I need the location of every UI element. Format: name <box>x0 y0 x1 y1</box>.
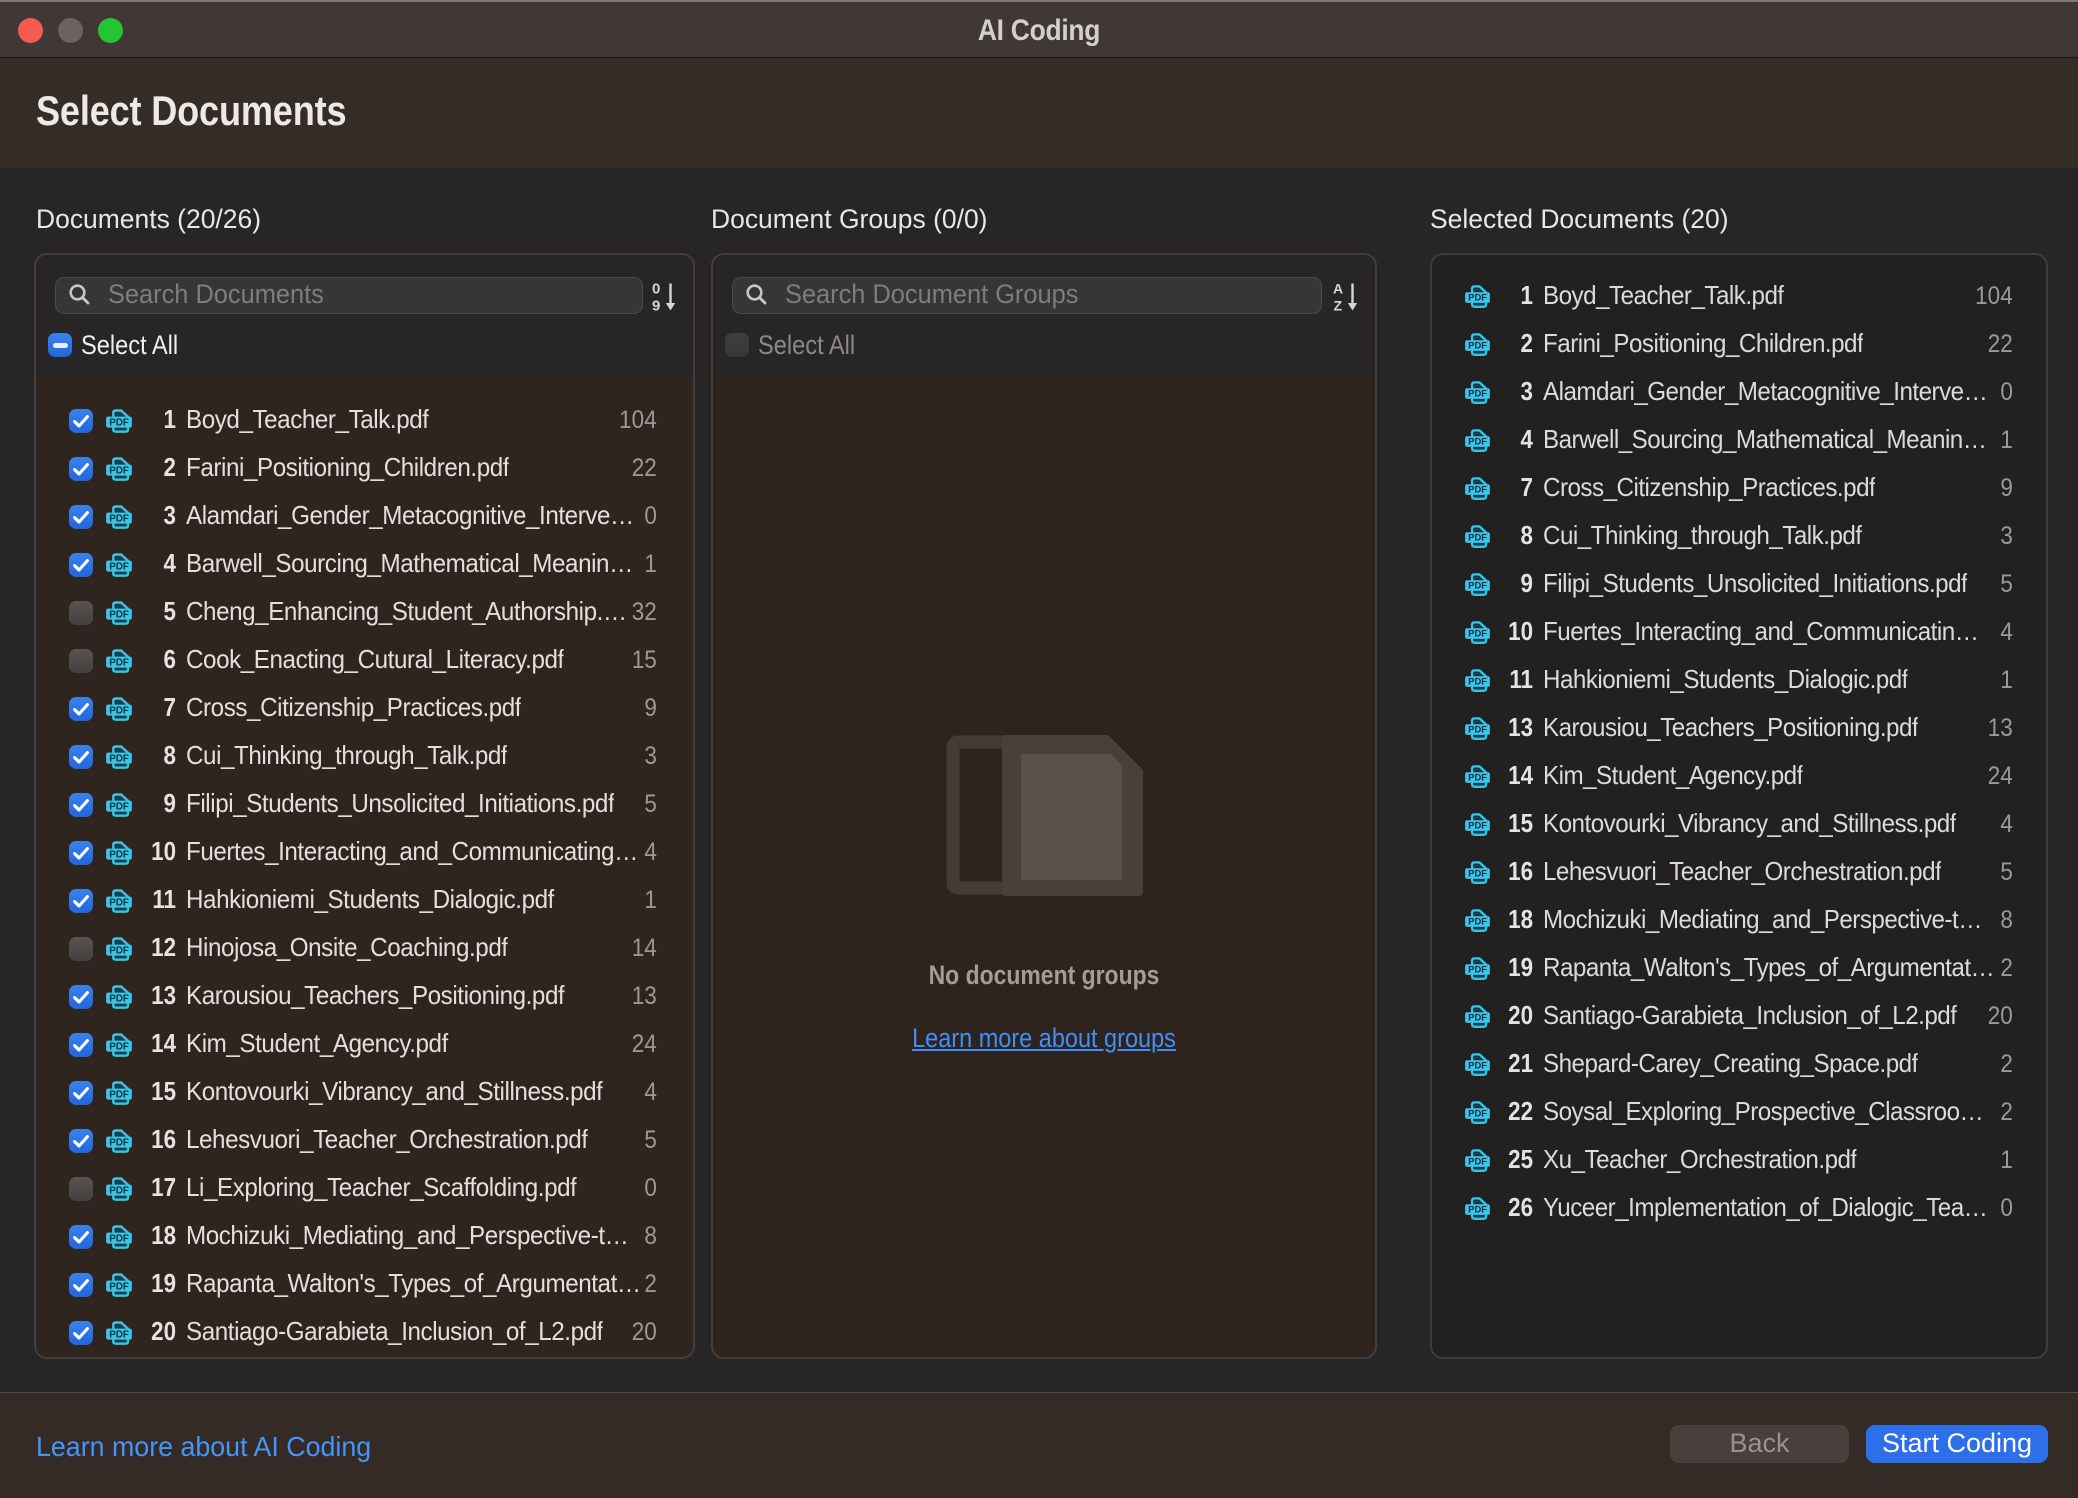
svg-text:9: 9 <box>652 298 660 315</box>
svg-text:A: A <box>1333 281 1343 297</box>
svg-text:Z: Z <box>1334 298 1343 314</box>
svg-text:0: 0 <box>652 281 660 298</box>
